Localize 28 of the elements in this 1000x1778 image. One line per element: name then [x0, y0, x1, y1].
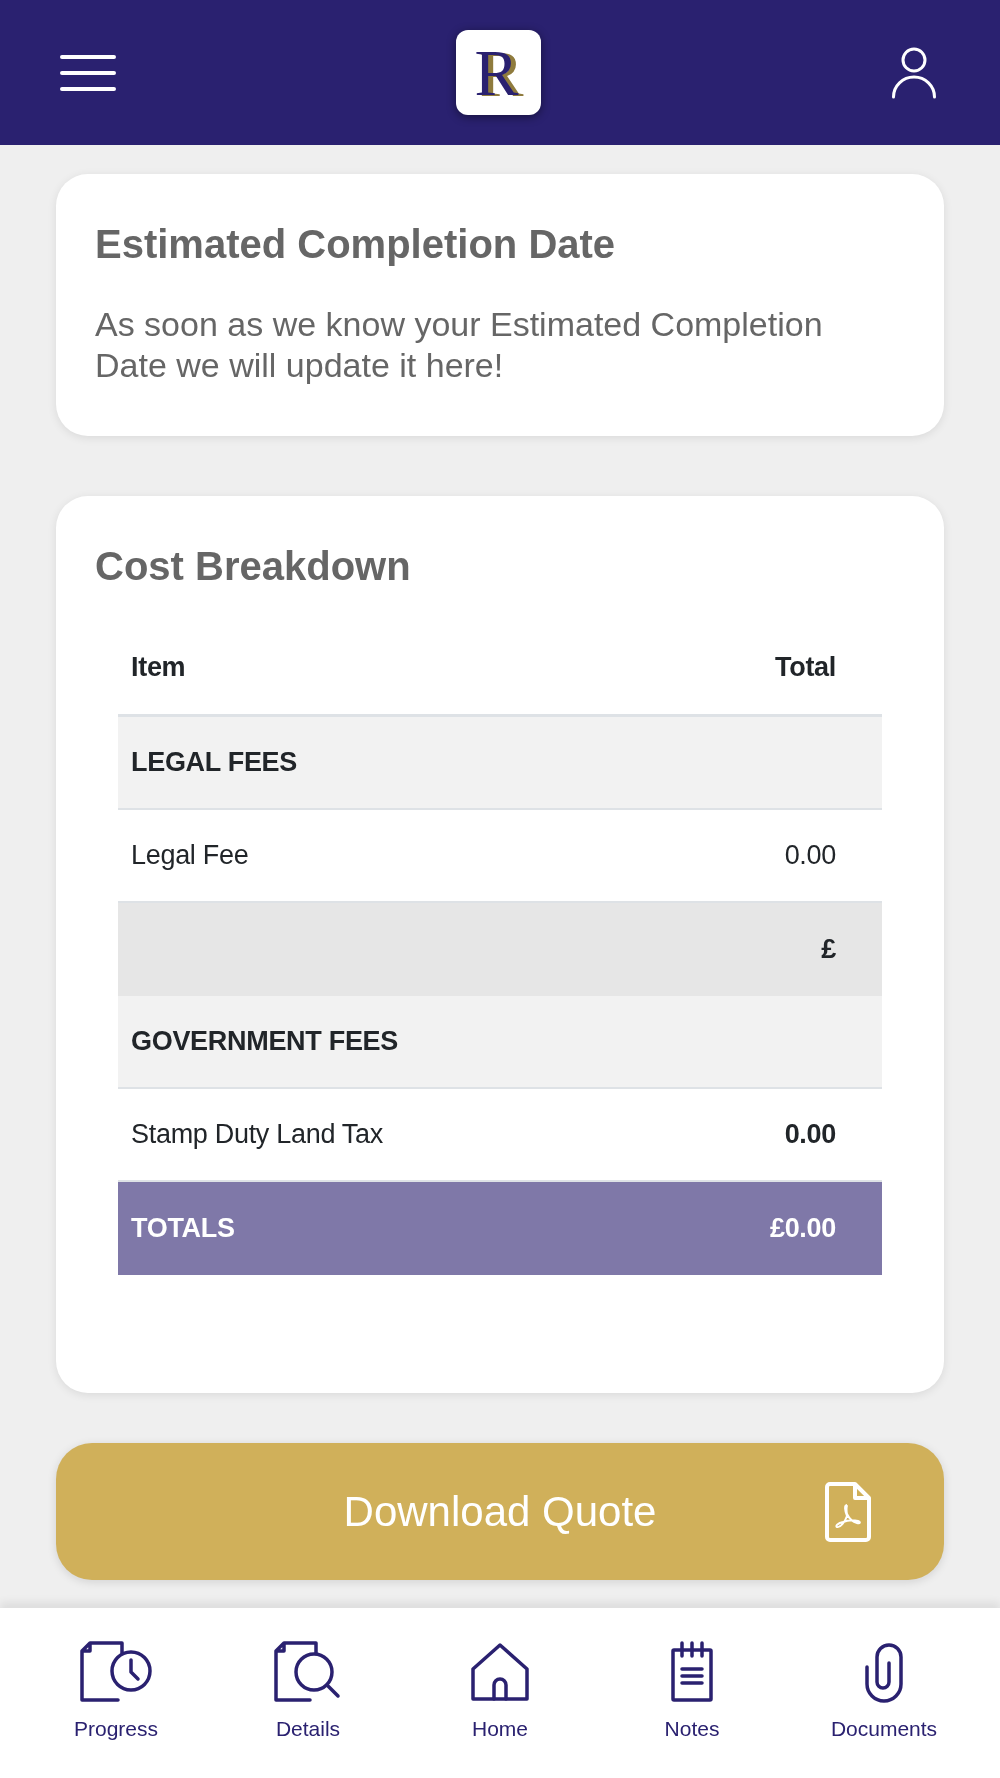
- nav-button[interactable]: Documents: [830, 1608, 938, 1778]
- paperclip-icon: [863, 1641, 905, 1703]
- subtotal-amount: £: [821, 934, 836, 965]
- fee-amount: 0.00: [784, 840, 836, 871]
- pdf-file-icon: [825, 1481, 871, 1542]
- nav-button[interactable]: Details: [274, 1608, 342, 1778]
- user-icon[interactable]: [891, 46, 937, 99]
- document-search-icon: [274, 1641, 342, 1703]
- fee-label: Stamp Duty Land Tax: [131, 1119, 383, 1150]
- column-header: Item: [131, 651, 186, 683]
- menu-icon[interactable]: [60, 53, 116, 92]
- nav-button[interactable]: Progress: [74, 1608, 158, 1778]
- logo: R: [456, 30, 541, 115]
- section-title: GOVERNMENT FEES: [131, 1026, 399, 1057]
- totals-amount: £0.00: [769, 1213, 836, 1244]
- document-clock-icon: [80, 1641, 152, 1703]
- fee-amount: 0.00: [784, 1119, 836, 1150]
- nav-button[interactable]: Notes: [664, 1608, 720, 1778]
- card-title: Cost Breakdown: [95, 543, 412, 590]
- card-message: As soon as we know your Estimated Completion Date we will update it here!: [95, 304, 824, 386]
- fee-label: Legal Fee: [131, 840, 249, 871]
- totals-label: TOTALS: [131, 1213, 235, 1244]
- card-title: Estimated Completion Date: [95, 221, 617, 268]
- notepad-icon: [670, 1641, 714, 1703]
- nav-button[interactable]: Home: [470, 1608, 530, 1778]
- home-icon: [470, 1642, 530, 1702]
- section-title: LEGAL FEES: [131, 747, 298, 778]
- column-header: Total: [775, 651, 836, 683]
